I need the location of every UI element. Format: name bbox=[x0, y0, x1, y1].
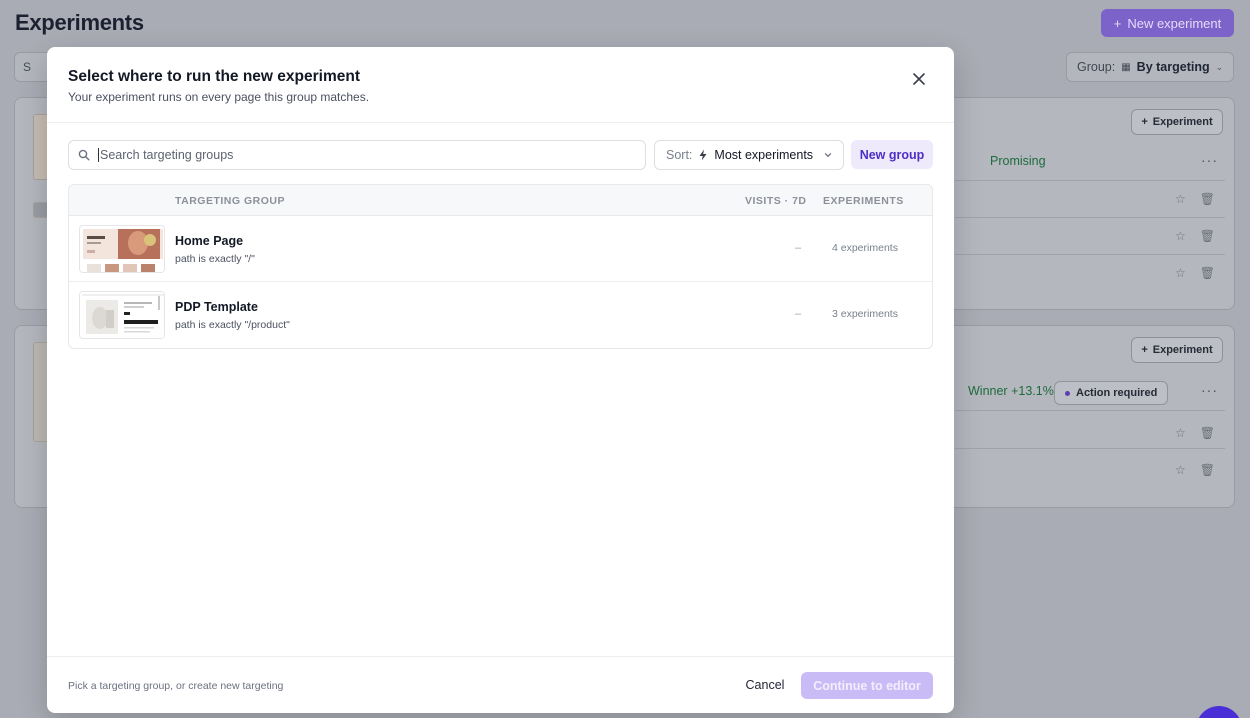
plus-icon: + bbox=[1141, 116, 1148, 128]
modal-header: Select where to run the new experiment Y… bbox=[47, 47, 954, 123]
add-experiment-button: + Experiment bbox=[1131, 109, 1223, 135]
row-visits: – bbox=[795, 242, 802, 254]
badge-label: Action required bbox=[1076, 387, 1158, 399]
targeting-groups-table: TARGETING GROUP VISITS · 7D EXPERIMENTS bbox=[68, 184, 933, 349]
sort-value: Most experiments bbox=[714, 148, 814, 162]
select-targeting-modal: Select where to run the new experiment Y… bbox=[47, 47, 954, 713]
help-fab bbox=[1196, 706, 1242, 718]
new-experiment-button: + New experiment bbox=[1101, 9, 1234, 37]
sort-label: Sort: bbox=[666, 148, 693, 162]
divider bbox=[955, 254, 1225, 255]
trash-icon: 🗑 bbox=[1199, 192, 1215, 206]
header-targeting-group: TARGETING GROUP bbox=[175, 195, 285, 207]
chevron-down-icon bbox=[824, 153, 832, 158]
star-icon: ☆ bbox=[1175, 266, 1186, 280]
more-icon: ··· bbox=[1201, 382, 1218, 398]
status-badge: Action required bbox=[1054, 381, 1169, 405]
add-experiment-label: Experiment bbox=[1152, 116, 1213, 128]
group-value: By targeting bbox=[1136, 60, 1210, 74]
grid-icon: ▦ bbox=[1121, 61, 1131, 73]
chevron-down-icon: ⌄ bbox=[1215, 61, 1224, 72]
row-visits: – bbox=[795, 308, 802, 320]
row-experiments: 4 experiments bbox=[832, 242, 898, 254]
status-text: Winner +13.1% bbox=[968, 384, 1054, 398]
table-header: TARGETING GROUP VISITS · 7D EXPERIMENTS bbox=[69, 185, 932, 216]
group-select: Group: ▦ By targeting ⌄ bbox=[1066, 52, 1234, 82]
modal-footer: Pick a targeting group, or create new ta… bbox=[47, 656, 954, 713]
table-row[interactable]: Home Page path is exactly "/" – 4 experi… bbox=[69, 216, 932, 282]
row-name: Home Page bbox=[175, 234, 244, 248]
trash-icon: 🗑 bbox=[1199, 426, 1215, 440]
cancel-button[interactable]: Cancel bbox=[737, 672, 793, 698]
plus-icon: + bbox=[1141, 344, 1148, 356]
divider bbox=[955, 410, 1225, 411]
row-rule: path is exactly "/product" bbox=[175, 319, 290, 331]
divider bbox=[955, 180, 1225, 181]
close-icon[interactable] bbox=[911, 71, 927, 87]
row-actions: ☆ 🗑 bbox=[1175, 266, 1215, 280]
search-icon bbox=[78, 149, 90, 161]
row-actions: ☆ 🗑 bbox=[1175, 229, 1215, 243]
divider bbox=[955, 217, 1225, 218]
add-experiment-button: + Experiment bbox=[1131, 337, 1223, 363]
page-title: Experiments bbox=[15, 10, 144, 35]
row-actions: ☆ 🗑 bbox=[1175, 426, 1215, 440]
continue-to-editor-button[interactable]: Continue to editor bbox=[801, 672, 933, 699]
row-actions: ☆ 🗑 bbox=[1175, 463, 1215, 477]
plus-icon: + bbox=[1113, 15, 1122, 31]
header-visits: VISITS · 7D bbox=[745, 195, 807, 207]
trash-icon: 🗑 bbox=[1199, 266, 1215, 280]
trash-icon: 🗑 bbox=[1199, 463, 1215, 477]
row-name: PDP Template bbox=[175, 300, 258, 314]
new-experiment-label: New experiment bbox=[1127, 15, 1222, 31]
star-icon: ☆ bbox=[1175, 426, 1186, 440]
row-actions: ☆ 🗑 bbox=[1175, 192, 1215, 206]
search-targeting-groups[interactable] bbox=[68, 140, 646, 170]
add-experiment-label: Experiment bbox=[1152, 344, 1213, 356]
star-icon: ☆ bbox=[1175, 463, 1186, 477]
table-row[interactable]: PDP Template path is exactly "/product" … bbox=[69, 282, 932, 348]
dot-icon bbox=[1065, 390, 1070, 396]
lightning-icon bbox=[699, 149, 707, 161]
new-group-button[interactable]: New group bbox=[851, 140, 933, 169]
divider bbox=[955, 448, 1225, 449]
footer-hint: Pick a targeting group, or create new ta… bbox=[68, 680, 284, 692]
modal-title: Select where to run the new experiment bbox=[68, 68, 360, 85]
row-experiments: 3 experiments bbox=[832, 308, 898, 320]
status-text: Promising bbox=[990, 154, 1046, 168]
trash-icon: 🗑 bbox=[1199, 229, 1215, 243]
pdp-template-thumbnail bbox=[79, 291, 165, 339]
home-page-thumbnail bbox=[79, 225, 165, 273]
page-preview-image bbox=[80, 292, 164, 338]
page-preview-image bbox=[80, 226, 164, 272]
search-input[interactable] bbox=[98, 148, 638, 162]
sort-select[interactable]: Sort: Most experiments bbox=[654, 140, 844, 170]
star-icon: ☆ bbox=[1175, 229, 1186, 243]
modal-subtitle: Your experiment runs on every page this … bbox=[68, 90, 370, 104]
star-icon: ☆ bbox=[1175, 192, 1186, 206]
more-icon: ··· bbox=[1201, 152, 1218, 168]
row-rule: path is exactly "/" bbox=[175, 253, 255, 265]
group-label: Group: bbox=[1077, 60, 1116, 74]
header-experiments: EXPERIMENTS bbox=[823, 195, 904, 207]
